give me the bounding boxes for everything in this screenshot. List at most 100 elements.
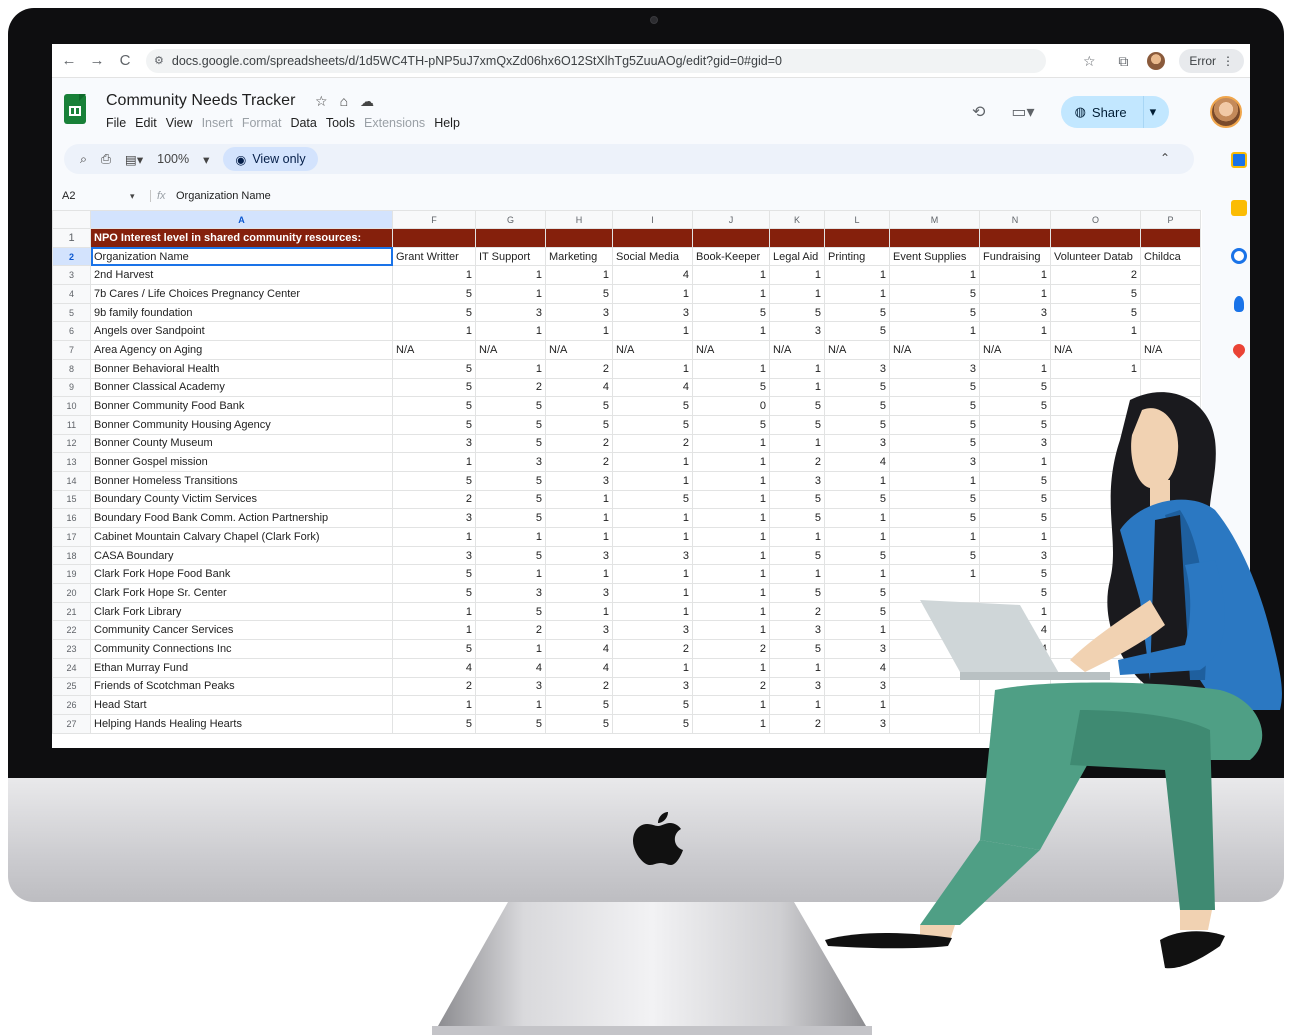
rating-cell[interactable]: 1 (824, 265, 890, 286)
rating-cell[interactable]: 2 (692, 676, 770, 697)
banner-fill-cell[interactable] (1050, 228, 1141, 248)
rating-cell[interactable]: 1 (612, 321, 693, 342)
rating-cell[interactable]: 1 (692, 321, 770, 342)
history-icon[interactable]: ⟲ (972, 102, 985, 122)
column-header-f[interactable]: F (392, 210, 476, 229)
view-only-button[interactable]: ◉ View only (223, 147, 318, 171)
rating-cell[interactable]: 1 (692, 564, 770, 585)
rating-cell[interactable]: 3 (545, 620, 613, 641)
rating-cell[interactable]: 3 (612, 302, 693, 323)
rating-cell[interactable]: 1 (769, 265, 825, 286)
rating-cell[interactable]: 1 (475, 358, 546, 379)
row-header[interactable]: 20 (52, 583, 91, 603)
rating-cell[interactable]: 1 (612, 564, 693, 585)
rating-cell[interactable]: 5 (392, 470, 476, 491)
row-header[interactable]: 27 (52, 713, 91, 734)
rating-cell[interactable]: 5 (824, 302, 890, 323)
rating-cell[interactable]: 3 (769, 676, 825, 697)
rating-cell[interactable] (1140, 321, 1201, 342)
rating-cell[interactable]: N/A (392, 340, 476, 360)
column-header-p[interactable]: P (1140, 210, 1201, 229)
rating-cell[interactable]: 5 (612, 713, 693, 734)
organization-name-cell[interactable]: Bonner Community Housing Agency (90, 414, 393, 435)
rating-cell[interactable]: 3 (612, 620, 693, 641)
rating-cell[interactable]: 5 (475, 414, 546, 435)
rating-cell[interactable]: 1 (769, 433, 825, 454)
star-icon[interactable]: ☆ (315, 93, 328, 110)
collapse-menu-icon[interactable]: ⌃ (1160, 151, 1170, 165)
back-icon[interactable]: ← (58, 50, 80, 72)
rating-cell[interactable]: 2 (692, 639, 770, 659)
column-title-cell[interactable]: Childca (1140, 246, 1201, 267)
rating-cell[interactable]: 5 (612, 396, 693, 416)
rating-cell[interactable]: 3 (769, 620, 825, 641)
search-icon[interactable]: ⌕ (80, 152, 87, 167)
maps-icon[interactable] (1230, 341, 1248, 359)
row-header[interactable]: 14 (52, 470, 91, 491)
column-title-cell[interactable]: Social Media (612, 246, 693, 267)
rating-cell[interactable]: 1 (769, 564, 825, 585)
rating-cell[interactable]: 3 (392, 545, 476, 566)
rating-cell[interactable]: 1 (769, 284, 825, 304)
rating-cell[interactable]: 5 (475, 489, 546, 510)
print-icon[interactable]: ⎙ (101, 152, 111, 167)
rating-cell[interactable]: 3 (545, 545, 613, 566)
rating-cell[interactable]: N/A (545, 340, 613, 360)
rating-cell[interactable]: 5 (769, 639, 825, 659)
rating-cell[interactable]: 5 (392, 713, 476, 734)
column-header-a[interactable]: A (90, 210, 393, 229)
rating-cell[interactable]: 2 (545, 358, 613, 379)
banner-cell[interactable]: NPO Interest level in shared community r… (90, 228, 393, 248)
column-header-g[interactable]: G (475, 210, 546, 229)
keep-icon[interactable] (1231, 200, 1247, 216)
rating-cell[interactable] (1140, 302, 1201, 323)
organization-name-cell[interactable]: 7b Cares / Life Choices Pregnancy Center (90, 284, 393, 304)
organization-name-cell[interactable]: CASA Boundary (90, 545, 393, 566)
menu-edit[interactable]: Edit (135, 116, 157, 130)
banner-fill-cell[interactable] (392, 228, 476, 248)
row-header[interactable]: 24 (52, 657, 91, 678)
row-header[interactable]: 6 (52, 321, 91, 342)
rating-cell[interactable]: 2 (475, 377, 546, 398)
rating-cell[interactable]: 2 (769, 713, 825, 734)
rating-cell[interactable]: 1 (769, 358, 825, 379)
organization-name-cell[interactable]: Boundary County Victim Services (90, 489, 393, 510)
organization-name-cell[interactable]: Bonner County Museum (90, 433, 393, 454)
rating-cell[interactable]: N/A (824, 340, 890, 360)
rating-cell[interactable]: 5 (692, 377, 770, 398)
column-title-cell[interactable]: IT Support (475, 246, 546, 267)
rating-cell[interactable]: 1 (692, 601, 770, 622)
row-header[interactable]: 21 (52, 601, 91, 622)
rating-cell[interactable]: 1 (612, 657, 693, 678)
rating-cell[interactable]: 2 (612, 433, 693, 454)
rating-cell[interactable]: 1 (612, 527, 693, 547)
column-header-o[interactable]: O (1050, 210, 1141, 229)
rating-cell[interactable] (1140, 284, 1201, 304)
banner-fill-cell[interactable] (824, 228, 890, 248)
banner-fill-cell[interactable] (692, 228, 770, 248)
rating-cell[interactable]: 1 (545, 527, 613, 547)
rating-cell[interactable]: 5 (392, 302, 476, 323)
organization-name-cell[interactable]: Angels over Sandpoint (90, 321, 393, 342)
rating-cell[interactable]: 2 (612, 639, 693, 659)
row-header[interactable]: 4 (52, 284, 91, 304)
rating-cell[interactable]: 1 (979, 358, 1051, 379)
row-header[interactable]: 11 (52, 414, 91, 435)
rating-cell[interactable]: 1 (979, 321, 1051, 342)
rating-cell[interactable]: 1 (769, 377, 825, 398)
rating-cell[interactable]: 5 (545, 695, 613, 715)
rating-cell[interactable]: 5 (889, 302, 980, 323)
rating-cell[interactable]: 3 (612, 545, 693, 566)
organization-name-cell[interactable]: Clark Fork Hope Food Bank (90, 564, 393, 585)
forward-icon[interactable]: → (86, 50, 108, 72)
organization-name-cell[interactable]: Clark Fork Library (90, 601, 393, 622)
row-header[interactable]: 3 (52, 265, 91, 286)
rating-cell[interactable]: 1 (475, 265, 546, 286)
row-header[interactable]: 9 (52, 377, 91, 398)
rating-cell[interactable]: 2 (392, 489, 476, 510)
rating-cell[interactable]: 1 (692, 620, 770, 641)
address-bar[interactable]: ⚙ docs.google.com/spreadsheets/d/1d5WC4T… (146, 48, 1046, 73)
rating-cell[interactable]: N/A (889, 340, 980, 360)
rating-cell[interactable]: 1 (475, 321, 546, 342)
column-title-cell[interactable]: Event Supplies (889, 246, 980, 267)
